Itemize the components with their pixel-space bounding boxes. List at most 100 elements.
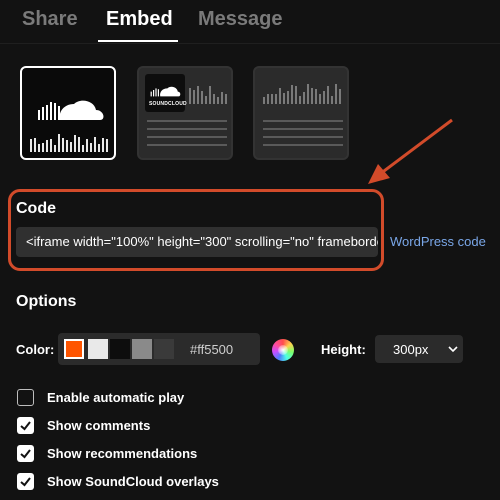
checkbox-label: Show comments [47,418,151,433]
overlays-checkbox[interactable] [17,473,34,490]
checkbox-label: Show recommendations [47,446,198,461]
waveform-bar [267,94,269,104]
checkmark-icon [20,421,31,431]
soundcloud-logo-icon [38,100,104,120]
track-line [147,128,227,130]
waveform-bar [291,85,293,104]
waveform-bar [106,139,108,152]
waveform-bar [205,96,207,104]
waveform-bar [303,92,305,104]
comments-checkbox[interactable] [17,417,34,434]
waveform-bar [339,89,341,104]
checkmark-icon [20,449,31,459]
waveform-bar [70,142,72,152]
track-line [263,128,343,130]
color-swatch-black[interactable] [110,339,130,359]
checkbox-label: Enable automatic play [47,390,185,405]
autoplay-checkbox[interactable] [17,389,34,406]
wordpress-code-link[interactable]: WordPress code [390,234,486,249]
waveform-bar [331,96,333,104]
waveform-bar [335,84,337,104]
track-line [147,136,227,138]
embed-code-field[interactable]: <iframe width="100%" height="300" scroll… [16,227,378,257]
waveform-bar [193,90,195,104]
waveform-bar [213,94,215,104]
waveform-bar [275,94,277,104]
waveform-bar [279,88,281,104]
checkbox-label: Show SoundCloud overlays [47,474,219,489]
waveform [189,82,227,104]
tab-share[interactable]: Share [22,8,78,31]
waveform-bar [201,91,203,104]
color-swatch-gray[interactable] [132,339,152,359]
waveform-bar [102,138,104,152]
track-line [147,120,227,122]
waveform-bar [287,91,289,104]
color-wheel-icon[interactable] [272,339,294,361]
color-swatch-orange[interactable] [64,339,84,359]
waveform-bar [299,96,301,104]
waveform-bar [295,86,297,104]
player-style-classic[interactable]: SOUNDCLOUD [137,66,233,160]
waveform-bar [94,137,96,152]
waveform-bar [197,86,199,104]
color-swatch-light-gray[interactable] [88,339,108,359]
waveform-bar [42,143,44,152]
waveform [30,130,108,152]
waveform-bar [58,134,60,152]
checkmark-icon [20,477,31,487]
waveform-bar [271,94,273,104]
tab-message[interactable]: Message [198,8,283,31]
waveform-bar [74,135,76,152]
waveform-bar [283,93,285,104]
waveform-bar [327,86,329,104]
waveform-bar [30,139,32,152]
waveform-bar [34,138,36,152]
waveform-bar [98,144,100,152]
color-label: Color: [16,342,55,357]
track-line [147,144,227,146]
waveform-bar [54,145,56,152]
player-style-minimal[interactable] [253,66,349,160]
recommendations-checkbox[interactable] [17,445,34,462]
waveform-bar [217,97,219,104]
chevron-down-icon [448,346,458,353]
soundcloud-label: SOUNDCLOUD [149,101,187,107]
height-value: 300px [393,342,429,357]
options-title: Options [16,293,77,310]
waveform-bar [221,92,223,104]
waveform-bar [66,140,68,152]
annotation-arrow-icon [368,118,453,184]
waveform-bar [78,137,80,152]
tab-bar: Share Embed Message [0,0,500,44]
player-style-artwork[interactable] [20,66,116,160]
artwork-tile: SOUNDCLOUD [145,74,187,112]
soundcloud-logo-icon [150,86,181,97]
waveform-bar [323,91,325,104]
waveform-bar [307,84,309,104]
waveform [263,82,341,104]
waveform-bar [38,144,40,152]
waveform-bar [311,88,313,104]
code-title: Code [16,200,56,217]
track-line [263,136,343,138]
waveform-bar [50,139,52,152]
waveform-bar [62,138,64,152]
color-swatch-dark-gray[interactable] [154,339,174,359]
active-tab-indicator [98,40,178,42]
track-line [263,144,343,146]
waveform-bar [82,145,84,152]
waveform-bar [90,143,92,152]
waveform-bar [263,97,265,104]
waveform-bar [86,139,88,152]
tab-embed[interactable]: Embed [106,8,173,31]
track-line [263,120,343,122]
waveform-bar [319,94,321,104]
waveform-bar [46,140,48,152]
waveform-bar [225,94,227,104]
height-label: Height: [321,342,366,357]
hex-color-input[interactable]: #ff5500 [190,342,233,357]
waveform-bar [315,89,317,104]
waveform-bar [189,88,191,104]
waveform-bar [209,86,211,104]
